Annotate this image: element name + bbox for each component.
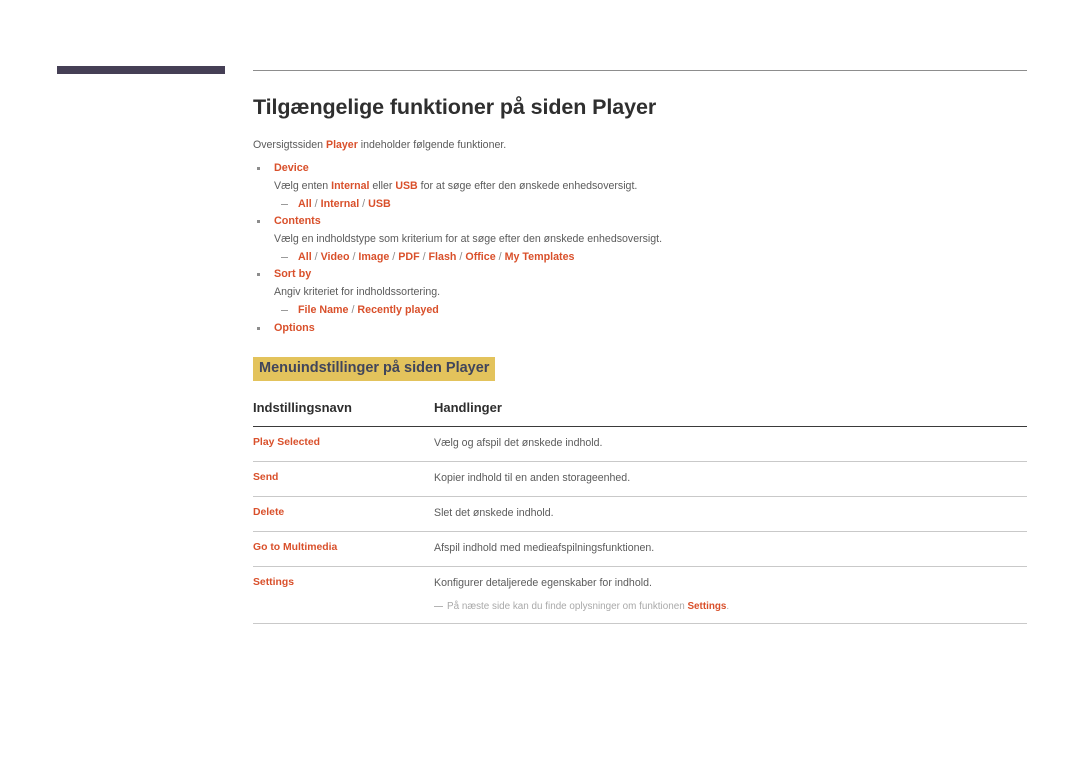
setting-name: Play Selected — [253, 426, 434, 463]
bullet-square-icon — [257, 220, 260, 224]
desc-text-after: for at søge efter den ønskede enhedsover… — [417, 179, 638, 192]
feature-label: Sort by — [274, 268, 312, 281]
feature-label: Options — [274, 321, 315, 334]
intro-text-after: indeholder følgende funktioner. — [357, 138, 507, 151]
setting-action: Vælg og afspil det ønskede indhold. — [434, 426, 1027, 463]
option-value: All — [298, 250, 312, 263]
header-accent-bar — [57, 66, 225, 74]
column-header-setting-name: Indstillingsnavn — [253, 400, 434, 428]
page-title: Tilgængelige funktioner på siden Player — [253, 95, 657, 119]
note-text-after: . — [726, 600, 730, 612]
table-row: Settings Konfigurer detaljerede egenskab… — [253, 566, 1027, 624]
desc-highlight-usb: USB — [395, 179, 418, 192]
setting-action: Kopier indhold til en anden storageenhed… — [434, 461, 1027, 498]
option-separator: / — [419, 250, 429, 263]
feature-description-device: Vælg enten Internal eller USB for at søg… — [253, 178, 1027, 195]
section-heading-container: Menuindstillinger på siden Player — [253, 357, 1027, 382]
feature-item-device: Device Vælg enten Internal eller USB for… — [253, 160, 1027, 213]
intro-highlight-player: Player — [326, 138, 358, 151]
feature-item-sort-by: Sort by Angiv kriteriet for indholdssort… — [253, 266, 1027, 319]
feature-description-sort-by: Angiv kriteriet for indholdssortering. — [274, 285, 441, 298]
feature-options-contents: All / Video / Image / PDF / Flash / Offi… — [253, 248, 1027, 267]
page-header-decoration — [0, 0, 1080, 90]
setting-action: Konfigurer detaljerede egenskaber for in… — [434, 577, 652, 590]
dash-marker-icon — [281, 309, 288, 312]
intro-paragraph: Oversigtssiden Player indeholder følgend… — [253, 138, 1027, 153]
dash-marker-icon — [281, 203, 288, 205]
feature-options-device: All / Internal / USB — [253, 195, 1027, 214]
option-value: USB — [368, 197, 391, 210]
feature-label: Contents — [274, 215, 321, 228]
desc-text-before: Vælg enten — [274, 179, 332, 192]
option-value: All — [298, 197, 312, 210]
feature-item-options: Options — [253, 320, 1027, 337]
option-separator: / — [311, 197, 321, 210]
option-value: File Name — [298, 303, 349, 316]
note-dash-icon — [434, 605, 443, 608]
option-value: Video — [320, 250, 350, 263]
dash-marker-icon — [281, 256, 288, 259]
feature-name-options: Options — [253, 320, 1027, 337]
feature-list: Device Vælg enten Internal eller USB for… — [253, 160, 1027, 337]
note-text-before: På næste side kan du finde oplysninger o… — [447, 600, 688, 612]
option-value: My Templates — [504, 250, 575, 263]
note-highlight-settings: Settings — [687, 600, 727, 612]
feature-name-device: Device — [253, 160, 1027, 177]
option-value: Office — [465, 250, 496, 263]
setting-name: Go to Multimedia — [253, 531, 434, 568]
option-value: Internal — [320, 197, 360, 210]
option-value: Recently played — [357, 303, 439, 316]
desc-highlight-internal: Internal — [331, 179, 370, 192]
option-separator: / — [495, 250, 505, 263]
setting-action: Afspil indhold med medieafspilningsfunkt… — [434, 531, 1027, 568]
column-header-actions: Handlinger — [434, 400, 1027, 428]
option-value: Flash — [428, 250, 457, 263]
table-header-row: Indstillingsnavn Handlinger — [253, 400, 1027, 428]
table-row: Play Selected Vælg og afspil det ønskede… — [253, 426, 1027, 463]
feature-name-sort-by: Sort by — [253, 266, 1027, 283]
settings-footnote: På næste side kan du finde oplysninger o… — [434, 600, 1027, 614]
table-row: Send Kopier indhold til en anden storage… — [253, 461, 1027, 498]
feature-options-sort-by: File Name / Recently played — [253, 301, 1027, 320]
intro-text-before: Oversigtssiden — [253, 138, 327, 151]
option-separator: / — [359, 197, 369, 210]
desc-text-mid: eller — [369, 179, 396, 192]
bullet-square-icon — [257, 167, 260, 171]
table-row: Delete Slet det ønskede indhold. — [253, 496, 1027, 533]
option-separator: / — [389, 250, 399, 263]
header-divider-rule — [253, 70, 1027, 71]
feature-description-contents: Vælg en indholdstype som kriterium for a… — [274, 232, 663, 245]
setting-action: Slet det ønskede indhold. — [434, 496, 1027, 533]
page-content: Tilgængelige funktioner på siden Player … — [253, 95, 1027, 624]
option-value: Image — [358, 250, 390, 263]
setting-name: Delete — [253, 496, 434, 533]
bullet-square-icon — [257, 273, 260, 277]
section-heading-menu-settings: Menuindstillinger på siden Player — [253, 357, 496, 382]
feature-item-contents: Contents Vælg en indholdstype som kriter… — [253, 213, 1027, 266]
setting-name: Settings — [253, 566, 434, 624]
setting-name: Send — [253, 461, 434, 498]
feature-name-contents: Contents — [253, 213, 1027, 230]
option-separator: / — [311, 250, 321, 263]
option-value: PDF — [398, 250, 420, 263]
setting-action-cell: Konfigurer detaljerede egenskaber for in… — [434, 566, 1027, 624]
bullet-square-icon — [257, 326, 260, 330]
table-row: Go to Multimedia Afspil indhold med medi… — [253, 531, 1027, 568]
feature-label: Device — [274, 162, 309, 175]
settings-table: Indstillingsnavn Handlinger Play Selecte… — [253, 400, 1027, 624]
